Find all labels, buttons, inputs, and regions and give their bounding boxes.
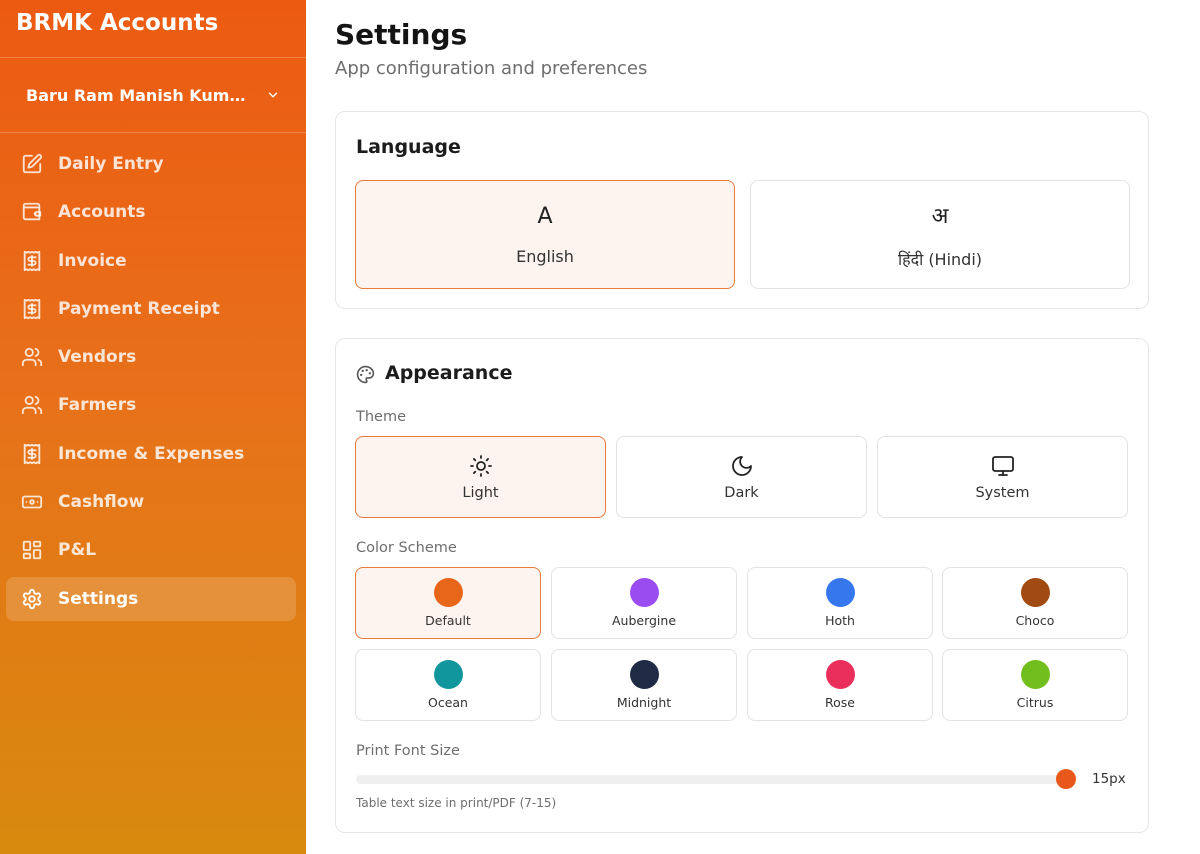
receipt-icon bbox=[20, 297, 44, 321]
color-swatch bbox=[629, 660, 659, 689]
sun-icon bbox=[469, 454, 493, 478]
sidebar-nav: Daily Entry Accounts Invoice Payment Rec… bbox=[0, 133, 306, 621]
sidebar-item-label: Vendors bbox=[58, 347, 137, 368]
sidebar-item-label: Invoice bbox=[58, 250, 127, 271]
scheme-label: Citrus bbox=[1016, 695, 1054, 710]
theme-label-text: Dark bbox=[724, 484, 759, 501]
sidebar-item-label: Farmers bbox=[58, 395, 137, 416]
scheme-label: Default bbox=[425, 613, 471, 628]
language-option-hindi[interactable]: अ हिंदी (Hindi) bbox=[750, 180, 1130, 289]
chevron-down-icon bbox=[266, 88, 280, 102]
sidebar-item-cashflow[interactable]: Cashflow bbox=[6, 480, 296, 524]
language-label: English bbox=[516, 246, 574, 266]
gear-icon bbox=[20, 587, 44, 611]
app-title: BRMK Accounts bbox=[0, 0, 306, 58]
language-glyph: A bbox=[537, 203, 553, 229]
theme-label-text: Light bbox=[462, 484, 499, 501]
users-icon bbox=[20, 345, 44, 369]
color-swatch bbox=[825, 660, 855, 689]
language-option-english[interactable]: A English bbox=[355, 180, 735, 289]
edit-icon bbox=[20, 152, 44, 176]
sidebar-item-vendors[interactable]: Vendors bbox=[6, 335, 296, 379]
main-content: Settings App configuration and preferenc… bbox=[306, 0, 1200, 854]
business-selector[interactable]: Baru Ram Manish Kumar Ve... bbox=[0, 58, 306, 133]
print-font-label: Print Font Size bbox=[356, 743, 460, 759]
slider-thumb[interactable] bbox=[1056, 769, 1076, 789]
scheme-label: Rose bbox=[825, 695, 855, 710]
page-title: Settings bbox=[335, 18, 468, 51]
scheme-option-default[interactable]: Default bbox=[355, 567, 541, 639]
print-font-slider[interactable] bbox=[356, 775, 1066, 784]
scheme-option-aubergine[interactable]: Aubergine bbox=[551, 567, 737, 639]
wallet-icon bbox=[20, 200, 44, 224]
language-title: Language bbox=[356, 136, 461, 158]
scheme-label: Hoth bbox=[825, 613, 855, 628]
monitor-icon bbox=[991, 454, 1015, 478]
color-swatch bbox=[629, 578, 659, 607]
color-swatch bbox=[1020, 578, 1050, 607]
sidebar-item-settings[interactable]: Settings bbox=[6, 576, 296, 621]
scheme-option-rose[interactable]: Rose bbox=[747, 649, 933, 721]
dashboard-icon bbox=[20, 538, 44, 562]
moon-icon bbox=[730, 454, 754, 478]
sidebar-item-pl[interactable]: P&L bbox=[6, 528, 296, 572]
banknote-icon bbox=[20, 490, 44, 514]
theme-option-light[interactable]: Light bbox=[355, 436, 606, 518]
sidebar-item-label: Payment Receipt bbox=[58, 298, 220, 319]
print-font-value: 15px bbox=[1092, 771, 1126, 787]
sidebar-item-label: Accounts bbox=[58, 202, 146, 223]
sidebar-item-income-expenses[interactable]: Income & Expenses bbox=[6, 432, 296, 476]
receipt-icon bbox=[20, 442, 44, 466]
scheme-option-hoth[interactable]: Hoth bbox=[747, 567, 933, 639]
sidebar-item-label: Daily Entry bbox=[58, 154, 164, 174]
language-label: हिंदी (Hindi) bbox=[897, 249, 983, 269]
palette-icon bbox=[356, 365, 375, 384]
color-scheme-label: Color Scheme bbox=[356, 540, 457, 556]
scheme-label: Ocean bbox=[428, 695, 468, 710]
appearance-card: Appearance Theme Light Dark System Color… bbox=[335, 338, 1149, 833]
scheme-option-citrus[interactable]: Citrus bbox=[942, 649, 1128, 721]
scheme-option-choco[interactable]: Choco bbox=[942, 567, 1128, 639]
color-swatch bbox=[433, 660, 463, 689]
scheme-option-midnight[interactable]: Midnight bbox=[551, 649, 737, 721]
theme-label: Theme bbox=[356, 409, 407, 425]
scheme-label: Midnight bbox=[616, 695, 672, 710]
sidebar-item-label: Cashflow bbox=[58, 492, 145, 513]
scheme-label: Choco bbox=[1015, 613, 1055, 628]
theme-option-system[interactable]: System bbox=[877, 436, 1128, 518]
sidebar-item-farmers[interactable]: Farmers bbox=[6, 383, 296, 427]
color-swatch bbox=[433, 578, 463, 607]
language-card: Language A English अ हिंदी (Hindi) bbox=[335, 111, 1149, 309]
page-subtitle: App configuration and preferences bbox=[335, 58, 648, 79]
scheme-option-ocean[interactable]: Ocean bbox=[355, 649, 541, 721]
print-font-hint: Table text size in print/PDF (7-15) bbox=[356, 796, 557, 810]
users-icon bbox=[20, 393, 44, 417]
sidebar: BRMK Accounts Baru Ram Manish Kumar Ve..… bbox=[0, 0, 306, 854]
theme-label-text: System bbox=[975, 484, 1030, 501]
sidebar-item-label: Settings bbox=[58, 588, 139, 609]
color-swatch bbox=[825, 578, 855, 607]
sidebar-item-daily-entry[interactable]: Daily Entry bbox=[6, 142, 296, 186]
sidebar-item-payment-receipt[interactable]: Payment Receipt bbox=[6, 287, 296, 331]
appearance-title: Appearance bbox=[385, 362, 513, 384]
sidebar-item-accounts[interactable]: Accounts bbox=[6, 190, 296, 234]
sidebar-item-invoice[interactable]: Invoice bbox=[6, 239, 296, 283]
sidebar-item-label: P&L bbox=[58, 540, 97, 561]
color-swatch bbox=[1020, 660, 1050, 689]
business-name: Baru Ram Manish Kumar Ve... bbox=[26, 85, 252, 105]
theme-option-dark[interactable]: Dark bbox=[616, 436, 867, 518]
scheme-label: Aubergine bbox=[611, 613, 677, 628]
receipt-icon bbox=[20, 249, 44, 273]
language-glyph: अ bbox=[931, 203, 949, 229]
sidebar-item-label: Income & Expenses bbox=[58, 443, 245, 464]
